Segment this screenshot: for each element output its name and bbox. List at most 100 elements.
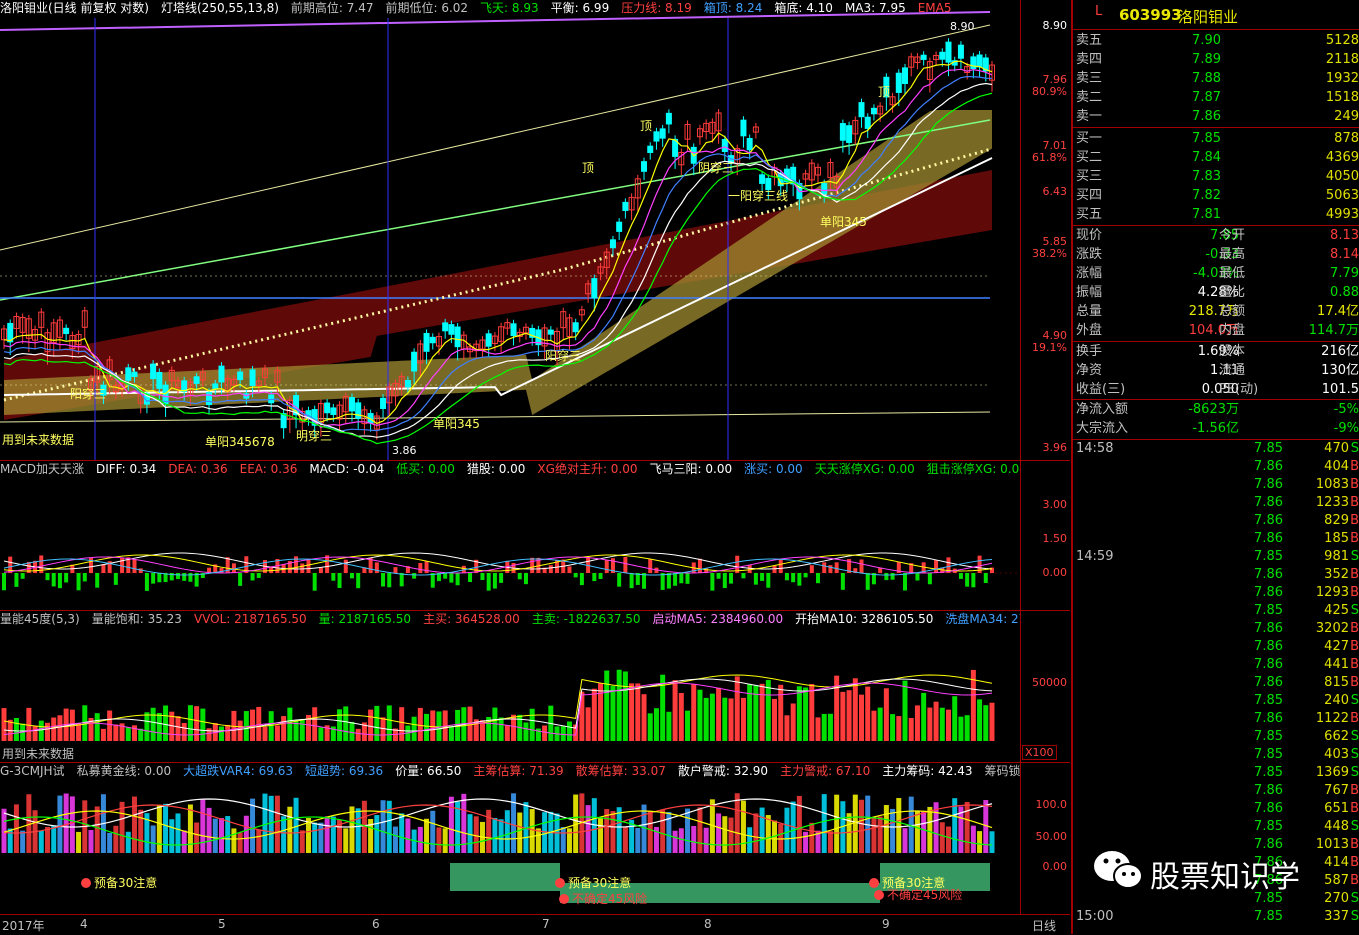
tick-row[interactable]: 7.86 829 B	[1073, 512, 1359, 530]
tick-row[interactable]: 7.86 441 B	[1073, 656, 1359, 674]
candle-body	[870, 107, 877, 115]
chip-bar	[324, 816, 330, 853]
volume-bar	[113, 724, 119, 741]
chip-bar	[598, 817, 604, 853]
candle-body	[759, 174, 766, 184]
macd-bar	[76, 573, 81, 591]
chip-chart[interactable]: 预备30注意 预备30注意 预备30注意不确定45风险 不确定45风险	[0, 763, 1020, 915]
bid-row[interactable]: 买四 7.82 5063	[1073, 186, 1359, 205]
book-level-label: 买二	[1076, 150, 1103, 165]
chip-bar	[716, 813, 722, 853]
tick-row[interactable]: 7.85 425 S	[1073, 602, 1359, 620]
fib-tick: 38.2%	[1032, 247, 1067, 260]
tick-row[interactable]: 7.86 815 B	[1073, 674, 1359, 692]
macd-bar	[499, 573, 504, 583]
support-line	[0, 411, 991, 423]
book-level-label: 卖二	[1076, 90, 1103, 105]
tick-row[interactable]: 7.85 662 S	[1073, 728, 1359, 746]
macd-bar	[859, 559, 864, 573]
macd-bar	[927, 573, 932, 585]
book-volume: 4050	[1325, 169, 1359, 184]
tick-row[interactable]: 7.86 427 B	[1073, 638, 1359, 656]
book-price: 7.87	[1192, 90, 1221, 105]
tick-side: B	[1350, 675, 1359, 690]
volume-bar	[778, 684, 784, 741]
chip-bar	[827, 831, 833, 853]
tick-price: 7.85	[1254, 441, 1283, 456]
ask-row[interactable]: 卖五 7.90 5128	[1073, 31, 1359, 50]
volume-bar	[144, 712, 150, 741]
tick-row[interactable]: 14:58 7.85 470 S	[1073, 440, 1359, 458]
tick-row[interactable]: 7.85 448 S	[1073, 818, 1359, 836]
macd-bar	[666, 573, 671, 589]
volume-bar	[685, 710, 691, 741]
macd-chart[interactable]	[0, 461, 1020, 611]
macd-bar	[685, 573, 690, 584]
ask-row[interactable]: 卖四 7.89 2118	[1073, 50, 1359, 69]
stat-label: 总额	[1219, 304, 1246, 319]
tick-side: B	[1350, 855, 1359, 870]
macd-bar	[231, 563, 236, 573]
ask-row[interactable]: 卖一 7.86 249	[1073, 107, 1359, 126]
candle-body	[902, 67, 909, 84]
volume-pane[interactable]: 量能45度(5,3) 量能饱和: 35.23 VVOL: 2187165.50 量: …	[0, 610, 1070, 763]
chip-bar	[740, 800, 746, 853]
chip-pane[interactable]: G-3CMJH试 私募黄金线: 0.00 大超跌VAR4: 69.63 短超势: 69…	[0, 762, 1070, 915]
macd-bar	[629, 573, 634, 589]
volume-bar	[281, 716, 287, 741]
volume-bar	[871, 710, 877, 741]
macd-bar	[356, 573, 361, 589]
volume-bar	[629, 683, 635, 741]
ask-row[interactable]: 卖二 7.87 1518	[1073, 88, 1359, 107]
volume-axis: 50000	[1020, 611, 1071, 763]
tick-row[interactable]: 7.86 767 B	[1073, 782, 1359, 800]
volume-bar	[964, 715, 970, 741]
tick-row[interactable]: 7.86 1233 B	[1073, 494, 1359, 512]
volume-bar	[417, 707, 423, 741]
chip-bar	[877, 816, 883, 853]
bid-row[interactable]: 买五 7.81 4993	[1073, 205, 1359, 224]
volume-chart[interactable]	[0, 611, 1020, 763]
tick-row[interactable]: 7.86 185 B	[1073, 530, 1359, 548]
volume-bar	[604, 670, 610, 741]
book-level-label: 卖三	[1076, 71, 1103, 86]
candle-body	[212, 383, 219, 389]
candle-body	[348, 397, 355, 412]
tick-row[interactable]: 14:59 7.85 981 S	[1073, 548, 1359, 566]
tick-volume: 1122	[1315, 711, 1349, 726]
tick-row[interactable]: 7.86 1122 B	[1073, 710, 1359, 728]
macd-bar	[791, 573, 796, 583]
ask-row[interactable]: 卖三 7.88 1932	[1073, 69, 1359, 88]
candlestick-chart[interactable]: 8.903.86顶顶顶单阳345678 明穿三阳穿三用到未来数据单阳345阳穿三阴…	[0, 0, 1020, 460]
bid-row[interactable]: 买一 7.85 878	[1073, 129, 1359, 148]
tick-row[interactable]: 7.86 352 B	[1073, 566, 1359, 584]
volume-bar	[125, 727, 131, 741]
tick-row[interactable]: 7.86 404 B	[1073, 458, 1359, 476]
tick-row[interactable]: 7.86 1293 B	[1073, 584, 1359, 602]
bid-row[interactable]: 买三 7.83 4050	[1073, 167, 1359, 186]
chip-bar	[218, 818, 224, 853]
tick-row[interactable]: 7.85 403 S	[1073, 746, 1359, 764]
volume-bar	[852, 678, 858, 741]
bid-row[interactable]: 买二 7.84 4369	[1073, 148, 1359, 167]
macd-bar	[113, 573, 118, 585]
candle-body	[846, 125, 853, 143]
volume-bar	[107, 710, 113, 741]
book-level-label: 卖五	[1076, 33, 1103, 48]
tick-row[interactable]: 7.86 651 B	[1073, 800, 1359, 818]
macd-pane[interactable]: MACD加天天涨 DIFF: 0.34 DEA: 0.36 EEA: 0.36 MACD…	[0, 460, 1070, 611]
tick-price: 7.86	[1254, 801, 1283, 816]
tick-row[interactable]: 7.85 240 S	[1073, 692, 1359, 710]
chip-bar	[753, 813, 759, 853]
chip-bar	[529, 809, 535, 853]
tick-row[interactable]: 7.86 1083 B	[1073, 476, 1359, 494]
tick-row[interactable]: 15:00 7.85 337 S	[1073, 908, 1359, 926]
tick-price: 7.85	[1254, 765, 1283, 780]
macd-bar	[834, 562, 839, 573]
tick-row[interactable]: 7.85 1369 S	[1073, 764, 1359, 782]
tick-side: S	[1350, 729, 1359, 744]
chip-label: 不确定45风险	[887, 887, 962, 902]
stat-value: -9%	[1333, 421, 1359, 436]
main-chart-pane[interactable]: 洛阳钼业(日线 前复权 对数) 灯塔线(250,55,13,8) 前期高位: 7.4…	[0, 0, 1070, 460]
tick-row[interactable]: 7.86 3202 B	[1073, 620, 1359, 638]
